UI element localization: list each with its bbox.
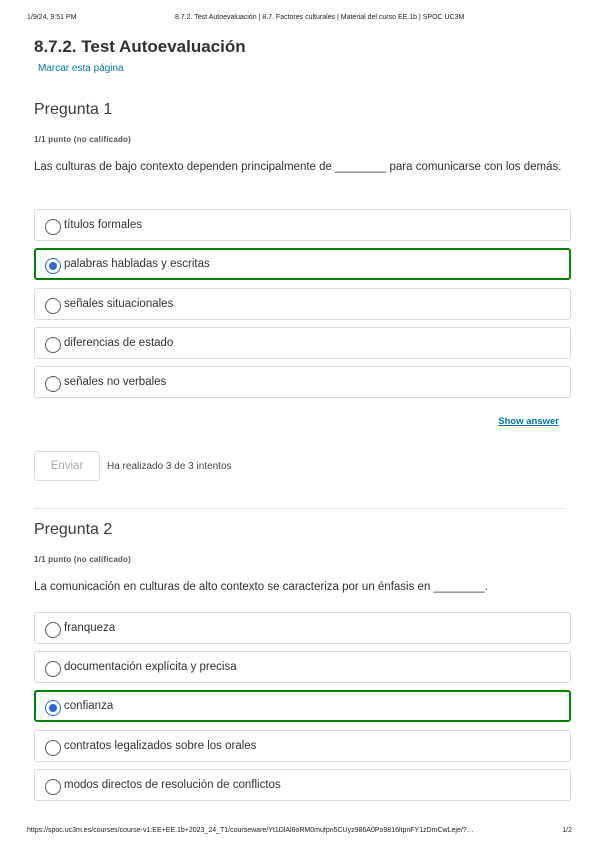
print-footer: https://spoc.uc3m.es/courses/course-v1:E… — [27, 827, 572, 834]
question-2: Pregunta 2 1/1 punto (no calificado) La … — [34, 521, 571, 596]
option-label: documentación explícita y precisa — [64, 661, 237, 673]
print-page-number: 1/2 — [562, 827, 572, 834]
option-label: diferencias de estado — [64, 337, 174, 349]
page-title: 8.7.2. Test Autoevaluación — [34, 37, 246, 56]
option-label: contratos legalizados sobre los orales — [64, 740, 257, 752]
radio-button[interactable] — [45, 779, 61, 795]
question-1: Pregunta 1 1/1 punto (no calificado) Las… — [34, 101, 571, 176]
submit-button[interactable]: Enviar — [34, 451, 100, 481]
answer-option[interactable]: modos directos de resolución de conflict… — [34, 769, 571, 801]
answer-option-selected[interactable]: confianza — [34, 690, 571, 722]
divider — [34, 508, 565, 509]
option-label: confianza — [64, 700, 114, 712]
print-header: 1/9/24, 9:51 PM 8.7.2. Test Autoevaluaci… — [27, 14, 572, 21]
bookmark-link[interactable]: Marcar esta página — [38, 63, 124, 74]
print-date: 1/9/24, 9:51 PM — [27, 14, 77, 21]
answer-option[interactable]: franqueza — [34, 612, 571, 644]
submit-row: Enviar Ha realizado 3 de 3 intentos — [34, 451, 232, 481]
answer-option-selected[interactable]: palabras habladas y escritas — [34, 248, 571, 280]
question-title: Pregunta 1 — [34, 101, 113, 118]
radio-button[interactable] — [45, 219, 61, 235]
radio-button[interactable] — [45, 740, 61, 756]
option-label: franqueza — [64, 622, 116, 634]
radio-button-checked[interactable] — [45, 700, 61, 716]
option-label: señales no verbales — [64, 376, 167, 388]
option-label: señales situacionales — [64, 298, 174, 310]
radio-button[interactable] — [45, 661, 61, 677]
question-points: 1/1 punto (no calificado) — [34, 135, 132, 144]
print-url: https://spoc.uc3m.es/courses/course-v1:E… — [27, 827, 474, 834]
answer-option[interactable]: señales situacionales — [34, 288, 571, 320]
radio-button[interactable] — [45, 298, 61, 314]
answer-option[interactable]: diferencias de estado — [34, 327, 571, 359]
print-page-title: 8.7.2. Test Autoevaluación | 8.7. Factor… — [175, 14, 465, 21]
radio-button[interactable] — [45, 337, 61, 353]
option-label: palabras habladas y escritas — [64, 258, 210, 270]
question-prompt: Las culturas de bajo contexto dependen p… — [34, 161, 562, 173]
answer-option[interactable]: señales no verbales — [34, 366, 571, 398]
radio-button[interactable] — [45, 376, 61, 392]
answer-option[interactable]: títulos formales — [34, 209, 571, 241]
attempts-text: Ha realizado 3 de 3 intentos — [107, 460, 232, 472]
question-prompt: La comunicación en culturas de alto cont… — [34, 581, 488, 593]
question-points: 1/1 punto (no calificado) — [34, 555, 132, 564]
question-title: Pregunta 2 — [34, 521, 113, 538]
radio-button[interactable] — [45, 622, 61, 638]
option-label: modos directos de resolución de conflict… — [64, 779, 281, 791]
option-label: títulos formales — [64, 219, 142, 231]
answer-option[interactable]: contratos legalizados sobre los orales — [34, 730, 571, 762]
show-answer-link[interactable]: Show answer — [498, 416, 559, 427]
answer-option[interactable]: documentación explícita y precisa — [34, 651, 571, 683]
radio-button-checked[interactable] — [45, 258, 61, 274]
